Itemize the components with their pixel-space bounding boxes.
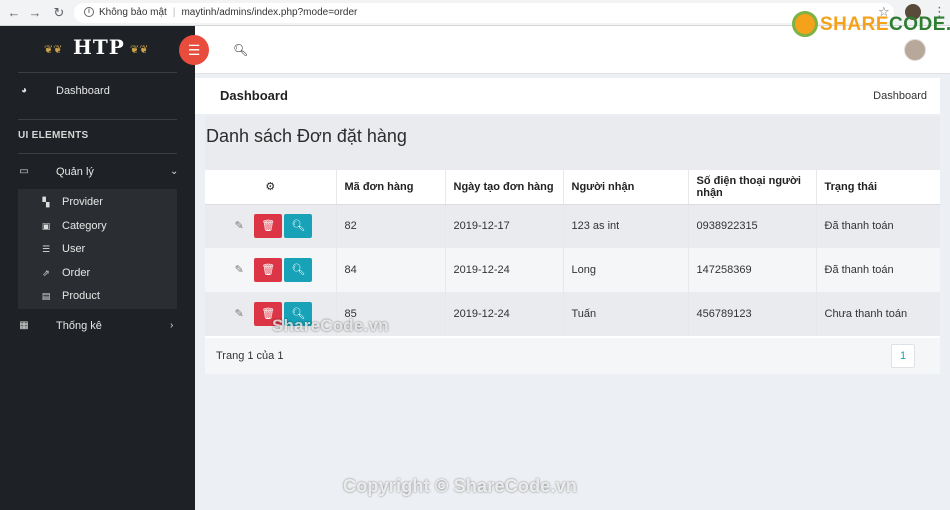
table-header-row: ⚙ Mã đơn hàng Ngày tạo đơn hàng Người nh… [205,170,940,205]
submenu-item-label: Provider [62,196,103,208]
submenu-item-product[interactable]: ▤ Product [18,285,177,307]
sidebar-item-label: Quản lý [56,166,94,178]
submenu-item-provider[interactable]: ▚ Provider [18,191,177,213]
recipient-name: Long [563,248,689,292]
sharecode-logo-icon [792,11,818,37]
url-text: maytinh/admins/index.php?mode=order [181,7,358,18]
reload-icon[interactable]: ↻ [51,5,67,21]
submenu-item-order[interactable]: ⇗ Order [18,262,177,284]
order-status: Chưa thanh toán [824,308,908,320]
gear-icon: ⚙ [265,181,276,194]
sidebar-item-manage[interactable]: ▭ Quản lý ⌄ [0,161,195,183]
edit-icon[interactable]: ✎ [230,302,248,326]
card-header: Danh sách Đơn đặt hàng [205,116,940,170]
column-header: Trạng thái [816,170,940,205]
actions-column-header: ⚙ [205,170,337,205]
manage-submenu: ▚ Provider ▣ Category ☰ User ⇗ Order ▤ P… [18,189,177,309]
sidebar-divider [18,119,177,120]
order-status: Đã thanh toán [824,220,894,233]
order-status: Đã thanh toán [824,264,894,276]
row-actions: ✎ 🗑︎ 🔍︎ [205,204,337,248]
breadcrumb-current[interactable]: Dashboard [873,90,927,102]
submenu-item-label: Order [62,267,91,279]
footer-watermark: Copyright © ShareCode.vn [343,476,578,496]
order-date: 2019-12-24 [445,248,564,292]
pagination-bar: Trang 1 của 1 1 [205,338,940,374]
sidebar-section-heading: UI ELEMENTS [18,130,89,141]
pagination-info: Trang 1 của 1 [216,350,284,362]
page-title: Danh sách Đơn đặt hàng [206,126,407,146]
sidebar-item-dashboard[interactable]: ◕ Dashboard [0,80,195,102]
info-icon[interactable]: i [84,7,94,18]
list-icon: ☰ [41,244,51,254]
recipient-phone: 147258369 [688,248,817,292]
edit-icon[interactable]: ✎ [230,214,248,238]
sidebar-toggle-button[interactable]: ☰ [179,35,209,65]
row-actions: ✎ 🗑︎ 🔍︎ [205,248,337,292]
submenu-item-label: Category [62,220,107,232]
chevron-right-icon: › [170,320,174,331]
forward-icon[interactable]: → [27,5,43,21]
breadcrumb-title: Dashboard [220,88,288,103]
table-row: ✎ 🗑︎ 🔍︎ 82 2019-12-17 123 as int 093892231… [205,204,940,248]
view-button[interactable]: 🔍︎ [284,258,313,282]
logo-ornament-left: ❦❦ [44,44,63,56]
order-id: 84 [336,248,446,292]
sidebar-item-label: Dashboard [56,85,110,97]
sharecode-logo-text: SHARECODE.vn [820,14,950,36]
overlay-watermark: ShareCode.vn [272,316,389,335]
sidebar-item-label: Thống kê [56,320,102,332]
id-card-icon: ▤ [41,291,51,301]
table-row: ✎ 🗑︎ 🔍︎ 84 2019-12-24 Long 147258369 Đã th… [205,248,940,292]
dashboard-icon: ◕ [20,85,28,96]
column-header: Mã đơn hàng [336,170,446,205]
sidebar: ❦❦ HTP ❦❦ ◕ Dashboard UI ELEMENTS ▭ Quản… [0,26,195,510]
order-date: 2019-12-17 [445,204,564,248]
column-header: Người nhận [563,170,689,205]
address-bar[interactable]: i Không bảo mật | maytinh/admins/index.php?… [74,3,894,23]
delete-button[interactable]: 🗑︎ [254,258,283,282]
search-icon[interactable]: 🔍︎ [233,43,248,57]
recipient-phone: 456789123 [688,292,817,336]
chevron-down-icon: ⌄ [170,166,179,177]
submenu-item-label: Product [62,290,100,302]
delete-button[interactable]: 🗑︎ [254,214,283,239]
column-header: Ngày tạo đơn hàng [445,170,564,205]
view-button[interactable]: 🔍︎ [284,214,313,239]
table-icon: ▦ [19,320,29,331]
sidebar-item-stats[interactable]: ▦ Thống kê › [0,315,195,337]
back-icon[interactable]: ← [6,5,22,21]
book-icon: ▣ [41,221,51,231]
brand-part2: CODE.vn [889,14,950,35]
recipient-phone: 0938922315 [688,204,817,248]
column-header: Số điện thoại người nhận [688,170,817,205]
recipient-name: 123 as int [563,204,689,248]
laptop-icon: ▭ [19,166,29,177]
page-button[interactable]: 1 [891,344,915,368]
sidebar-divider [18,153,177,154]
logo-ornament-right: ❦❦ [130,44,149,56]
sitemap-icon: ▚ [42,197,50,207]
order-date: 2019-12-24 [445,292,564,336]
brand-part1: SHARE [820,14,890,35]
submenu-item-label: User [62,243,86,255]
share-icon: ⇗ [42,268,50,278]
recipient-name: Tuấn [563,292,689,336]
logo-text: HTP [73,35,125,59]
security-label: Không bảo mật [99,7,167,18]
url-separator: | [172,7,176,18]
submenu-item-category[interactable]: ▣ Category [18,215,177,237]
sidebar-logo[interactable]: ❦❦ HTP ❦❦ [18,26,177,73]
submenu-item-user[interactable]: ☰ User [18,238,177,260]
breadcrumb: Dashboard Dashboard [195,78,940,114]
user-avatar[interactable] [904,39,926,61]
order-id: 82 [336,204,446,248]
edit-icon[interactable]: ✎ [230,258,248,282]
